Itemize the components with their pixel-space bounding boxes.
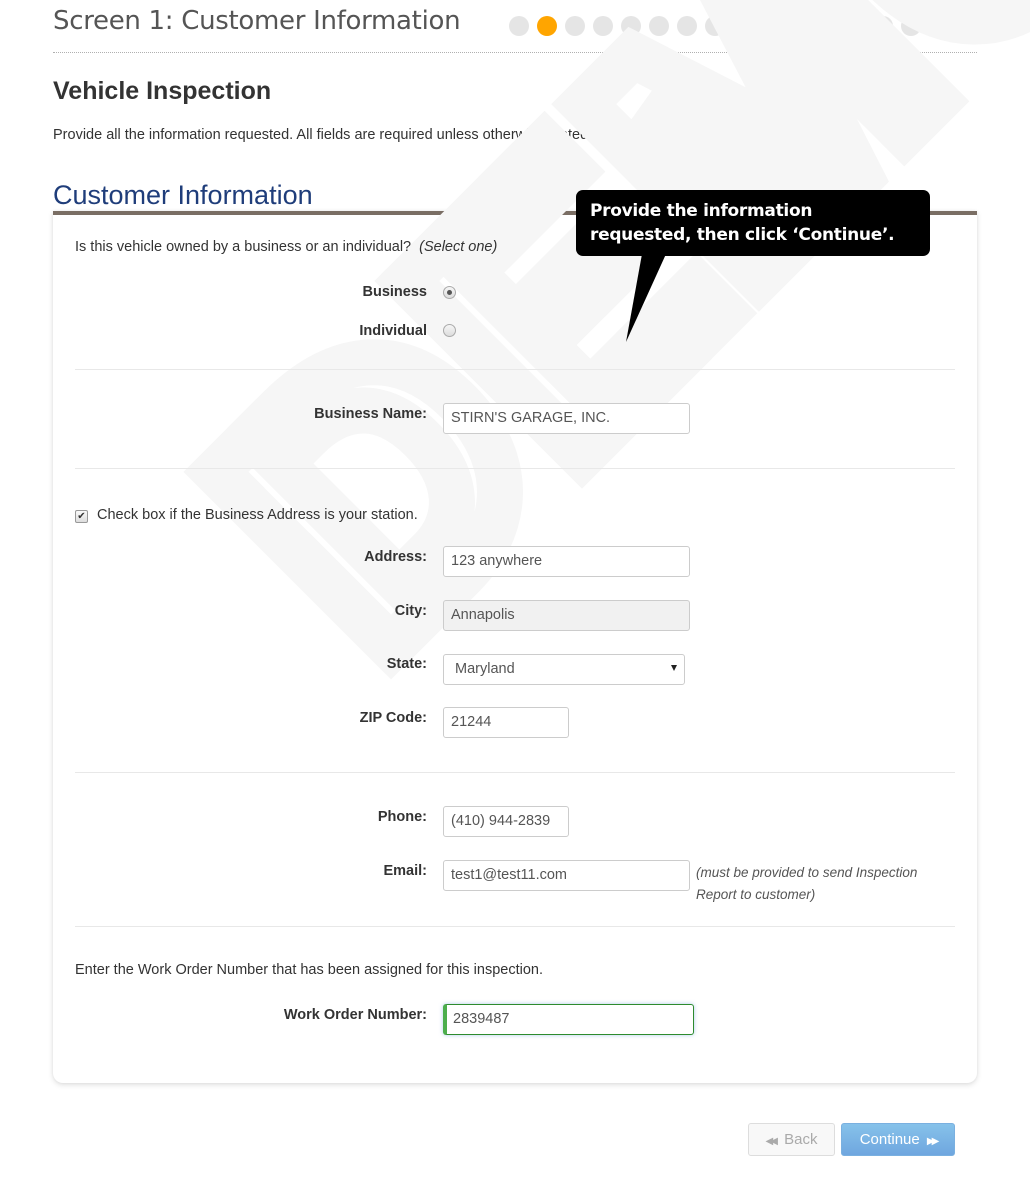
divider xyxy=(75,369,955,370)
business-radio[interactable] xyxy=(443,286,456,299)
state-select-value: Maryland xyxy=(455,661,515,677)
city-label: City: xyxy=(394,603,427,619)
customer-info-panel xyxy=(53,211,977,1083)
progress-step-15 xyxy=(901,16,921,36)
progress-step-11 xyxy=(789,16,809,36)
page-heading: Vehicle Inspection xyxy=(53,77,272,105)
address-input[interactable]: 123 anywhere xyxy=(443,546,690,577)
back-button-label: Back xyxy=(784,1131,818,1148)
work-order-input[interactable]: 2839487 xyxy=(443,1004,694,1035)
phone-input[interactable]: (410) 944-2839 xyxy=(443,806,569,837)
title-divider xyxy=(53,52,977,53)
individual-radio[interactable] xyxy=(443,324,456,337)
double-chevron-left-icon: ◀◀ xyxy=(765,1136,779,1147)
screen-title: Screen 1: Customer Information xyxy=(53,6,461,36)
ownership-question-text: Is this vehicle owned by a business or a… xyxy=(75,239,412,255)
progress-indicator xyxy=(509,16,977,36)
page-intro: Provide all the information requested. A… xyxy=(53,127,593,143)
ownership-hint: (Select one) xyxy=(419,239,498,255)
business-name-label: Business Name: xyxy=(314,406,427,422)
continue-button-label: Continue xyxy=(859,1131,920,1148)
progress-step-16 xyxy=(929,16,949,36)
callout-pointer xyxy=(626,254,666,342)
station-address-checkbox-label: Check box if the Business Address is you… xyxy=(97,507,418,523)
progress-step-10 xyxy=(761,16,781,36)
section-title: Customer Information xyxy=(53,180,313,210)
divider xyxy=(75,468,955,469)
business-name-input[interactable]: STIRN'S GARAGE, INC. xyxy=(443,403,690,434)
progress-step-17 xyxy=(957,16,977,36)
progress-step-12 xyxy=(817,16,837,36)
progress-step-8 xyxy=(705,16,725,36)
progress-step-7 xyxy=(677,16,697,36)
progress-step-9 xyxy=(733,16,753,36)
email-note: (must be provided to send Inspection Rep… xyxy=(696,865,918,902)
work-order-label: Work Order Number: xyxy=(283,1007,427,1023)
city-input[interactable]: Annapolis xyxy=(443,600,690,631)
ownership-question: Is this vehicle owned by a business or a… xyxy=(75,239,497,255)
progress-step-2 xyxy=(537,16,557,36)
zip-label: ZIP Code: xyxy=(359,710,427,726)
progress-step-3 xyxy=(565,16,585,36)
state-select[interactable]: Maryland xyxy=(443,654,685,685)
address-label: Address: xyxy=(364,549,427,565)
divider xyxy=(75,926,955,927)
individual-radio-label: Individual xyxy=(359,323,427,339)
email-label: Email: xyxy=(383,863,427,879)
zip-input[interactable]: 21244 xyxy=(443,707,569,738)
station-address-checkbox[interactable]: ✔ xyxy=(75,510,88,523)
progress-step-1 xyxy=(509,16,529,36)
divider xyxy=(75,772,955,773)
state-label: State: xyxy=(386,656,427,672)
chevron-down-icon xyxy=(671,665,677,671)
progress-step-13 xyxy=(845,16,865,36)
continue-button[interactable]: Continue ▶▶ xyxy=(841,1123,955,1156)
back-button[interactable]: ◀◀ Back xyxy=(748,1123,835,1156)
progress-step-6 xyxy=(649,16,669,36)
business-radio-label: Business xyxy=(362,284,427,300)
phone-label: Phone: xyxy=(377,809,427,825)
progress-step-14 xyxy=(873,16,893,36)
work-order-prompt: Enter the Work Order Number that has bee… xyxy=(75,962,544,978)
progress-step-5 xyxy=(621,16,641,36)
instruction-callout: Provide the information requested, then … xyxy=(576,190,930,256)
double-chevron-right-icon: ▶▶ xyxy=(926,1136,940,1147)
progress-step-4 xyxy=(593,16,613,36)
email-input[interactable]: test1@test11.com xyxy=(443,860,690,891)
